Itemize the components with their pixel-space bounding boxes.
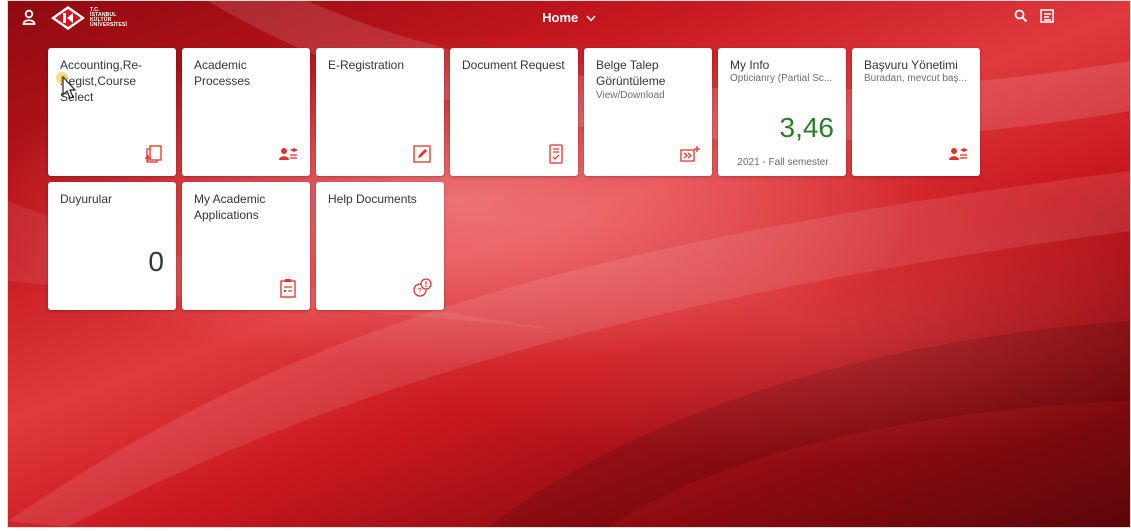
people-education-icon [949,148,968,160]
forward-add-icon [680,146,700,162]
tile-academic-processes[interactable]: Academic Processes [182,48,310,176]
home-menu-button[interactable]: Home [8,10,1130,25]
tile-help-documents[interactable]: Help Documents ? [316,182,444,310]
page-title: Home [542,10,579,25]
tile-my-info[interactable]: My Info Opticianry (Partial Sc... 3,46 2… [718,48,846,176]
chevron-down-icon [586,10,596,25]
search-icon[interactable] [1014,9,1028,28]
people-education-icon [279,148,298,160]
tile-document-request[interactable]: Document Request [450,48,578,176]
announcement-count: 0 [148,246,164,277]
tile-title: Document Request [462,58,565,72]
gpa-value: 3,46 [779,112,835,143]
tile-basvuru-yonetimi[interactable]: Başvuru Yönetimi Buradan, mevcut baş... [852,48,980,176]
tile-title: E-Registration [328,58,405,72]
shell-bar: T.C. İSTANBUL KÜLTÜR ÜNİVERSİTESİ Home [8,1,1130,37]
tile-title: Academic Processes [194,58,251,88]
tile-accounting[interactable]: Accounting,Re-Regist,Course Select [48,48,176,176]
clipboard-icon [280,279,296,298]
mouse-cursor-icon [56,72,77,99]
tile-subtitle: Opticianry (Partial Sc... [730,73,833,84]
tile-subtitle: Buradan, mevcut baş... [864,73,967,84]
copy-add-icon [145,145,162,163]
tile-title: My Info [730,58,770,72]
document-check-icon [549,144,563,164]
tile-title: Duyurular [60,192,113,206]
tile-my-academic-applications[interactable]: My Academic Applications [182,182,310,310]
menu-icon[interactable] [1040,9,1054,28]
tile-e-registration[interactable]: E-Registration [316,48,444,176]
svg-text:?: ? [418,288,422,295]
tile-duyurular[interactable]: Duyurular 0 [48,182,176,310]
tile-title: Help Documents [328,192,417,206]
tile-belge-talep[interactable]: Belge Talep Görüntüleme View/Download [584,48,712,176]
tile-title: Başvuru Yönetimi [864,58,958,72]
tile-title: Belge Talep Görüntüleme [596,58,666,88]
edit-icon [413,145,431,163]
tile-title: My Academic Applications [194,192,266,222]
tile-subtitle: View/Download [596,90,665,101]
launchpad-background: T.C. İSTANBUL KÜLTÜR ÜNİVERSİTESİ Home A… [7,0,1131,528]
tile-footer: 2021 - Fall semester [737,157,829,168]
question-bubble-icon: ? [413,278,432,297]
